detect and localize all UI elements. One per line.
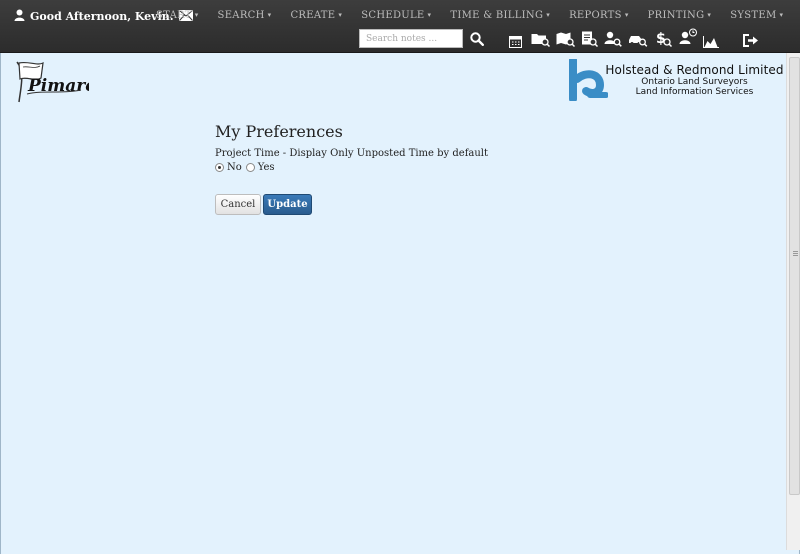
menu-reports[interactable]: REPORTS ▾ bbox=[569, 10, 629, 21]
top-navbar: Good Afternoon, Kevin. START ▾ SEARCH ▾ CR… bbox=[0, 0, 800, 53]
radio-no[interactable] bbox=[215, 163, 224, 172]
preference-radio-group: No Yes bbox=[215, 162, 275, 173]
menu-printing[interactable]: PRINTING ▾ bbox=[648, 10, 712, 21]
map-search-icon[interactable] bbox=[556, 32, 576, 51]
calendar-icon[interactable] bbox=[509, 33, 522, 52]
company-name: Holstead & Redmond Limited bbox=[605, 63, 784, 77]
radio-yes-label[interactable]: Yes bbox=[258, 162, 275, 173]
menu-search[interactable]: SEARCH ▾ bbox=[218, 10, 272, 21]
vertical-scrollbar[interactable] bbox=[786, 53, 800, 550]
menu-time-billing[interactable]: TIME & BILLING ▾ bbox=[450, 10, 550, 21]
chevron-down-icon: ▾ bbox=[624, 11, 629, 19]
vehicle-search-icon[interactable] bbox=[628, 32, 648, 51]
company-name-block: Holstead & Redmond Limited Ontario Land … bbox=[602, 63, 787, 97]
scrollbar-grip bbox=[793, 251, 798, 252]
cancel-button[interactable]: Cancel bbox=[215, 194, 261, 215]
scrollbar-thumb[interactable] bbox=[789, 57, 800, 495]
search-notes-input[interactable] bbox=[359, 29, 463, 48]
company-tagline-2: Land Information Services bbox=[635, 87, 754, 97]
menu-schedule[interactable]: SCHEDULE ▾ bbox=[361, 10, 431, 21]
folder-search-icon[interactable] bbox=[531, 32, 551, 51]
page-title: My Preferences bbox=[215, 122, 343, 141]
preference-label: Project Time - Display Only Unposted Tim… bbox=[215, 148, 489, 159]
search-icon[interactable] bbox=[470, 31, 484, 50]
chart-icon[interactable] bbox=[703, 33, 719, 52]
chevron-down-icon: ▾ bbox=[194, 11, 199, 19]
chevron-down-icon: ▾ bbox=[546, 11, 551, 19]
user-icon[interactable] bbox=[14, 9, 25, 24]
svg-text:$: $ bbox=[656, 31, 666, 47]
update-button[interactable]: Update bbox=[263, 194, 312, 215]
chevron-down-icon: ▾ bbox=[779, 11, 784, 19]
greeting-text: Good Afternoon, Kevin. bbox=[30, 10, 174, 23]
billing-search-icon[interactable]: $ bbox=[655, 30, 673, 52]
user-clock-icon[interactable] bbox=[678, 28, 698, 49]
menu-system[interactable]: SYSTEM ▾ bbox=[730, 10, 783, 21]
logout-icon[interactable] bbox=[743, 32, 759, 51]
person-search-icon[interactable] bbox=[604, 31, 622, 51]
chevron-down-icon: ▾ bbox=[338, 11, 343, 19]
company-tagline-1: Ontario Land Surveyors bbox=[641, 77, 748, 87]
menu-start[interactable]: START ▾ bbox=[156, 10, 199, 21]
content-area bbox=[1, 53, 787, 552]
document-search-icon[interactable] bbox=[581, 31, 599, 51]
menu-create[interactable]: CREATE ▾ bbox=[290, 10, 342, 21]
chevron-down-icon: ▾ bbox=[267, 11, 272, 19]
chevron-down-icon: ▾ bbox=[707, 11, 712, 19]
radio-yes[interactable] bbox=[245, 163, 255, 172]
radio-no-label[interactable]: No bbox=[227, 162, 242, 173]
main-menu: START ▾ SEARCH ▾ CREATE ▾ SCHEDULE ▾ TIME & … bbox=[156, 10, 800, 21]
pimarc-logo: Pimarc bbox=[13, 60, 96, 110]
chevron-down-icon: ▾ bbox=[427, 11, 432, 19]
